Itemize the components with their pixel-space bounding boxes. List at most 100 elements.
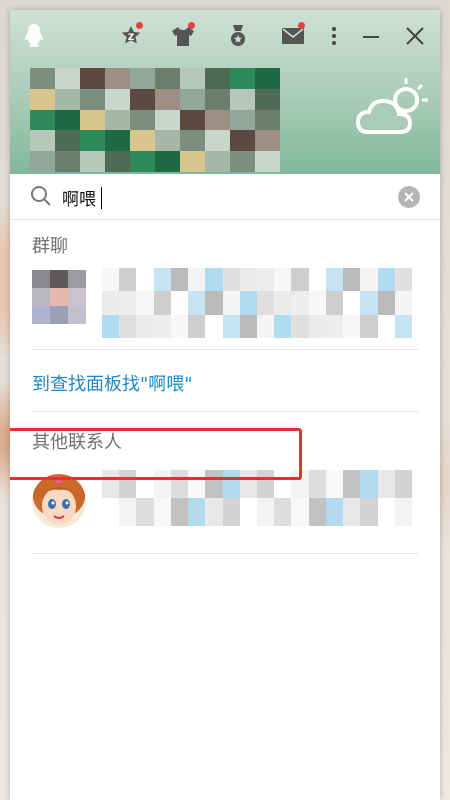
mosaic-block xyxy=(188,314,206,338)
group-chat-result[interactable] xyxy=(32,258,418,350)
mosaic-block xyxy=(153,268,171,292)
mail-icon[interactable] xyxy=(280,22,306,48)
mosaic-block xyxy=(105,68,130,89)
mosaic-block xyxy=(274,291,292,315)
mosaic-block xyxy=(274,268,292,292)
notification-dot xyxy=(188,22,195,29)
mosaic-block xyxy=(55,68,80,89)
mosaic-block xyxy=(343,498,361,526)
mosaic-block xyxy=(377,470,395,498)
mosaic-block xyxy=(102,268,120,292)
mosaic-block xyxy=(30,151,55,172)
mosaic-block xyxy=(308,470,326,498)
mosaic-block xyxy=(155,88,180,110)
medal-icon[interactable] xyxy=(225,24,251,48)
mosaic-block xyxy=(394,268,412,292)
contact-result[interactable] xyxy=(32,468,418,554)
mosaic-block xyxy=(188,268,206,292)
mosaic-block xyxy=(170,268,189,292)
qzone-icon[interactable]: Z xyxy=(118,22,144,48)
mosaic-block xyxy=(105,130,130,152)
mosaic-block xyxy=(170,498,189,526)
qq-main-window: Z 啊喂 群聊 到查找面板找"啊喂" 其他联系人 xyxy=(10,10,440,800)
group-name-mosaic xyxy=(102,268,412,338)
search-input[interactable] xyxy=(62,182,362,212)
mosaic-block xyxy=(80,68,105,89)
mosaic-block xyxy=(222,291,240,315)
mosaic-block xyxy=(325,314,344,338)
mosaic-block xyxy=(222,268,240,292)
mosaic-block xyxy=(155,68,180,89)
svg-text:Z: Z xyxy=(128,33,135,43)
notification-dot xyxy=(136,22,143,29)
mosaic-block xyxy=(291,268,309,292)
mosaic-block xyxy=(188,291,206,315)
mosaic-block xyxy=(256,498,275,526)
mosaic-block xyxy=(230,130,255,152)
mosaic-block xyxy=(30,109,55,131)
profile-banner-mosaic xyxy=(30,68,280,172)
mosaic-block xyxy=(230,109,255,131)
mosaic-block xyxy=(256,314,275,338)
mosaic-block xyxy=(153,291,171,315)
more-icon[interactable] xyxy=(321,24,347,48)
find-panel-row: 到查找面板找"啊喂" xyxy=(32,350,418,412)
mosaic-block xyxy=(230,151,255,172)
mosaic-block xyxy=(230,88,255,110)
mosaic-block xyxy=(136,291,154,315)
mosaic-block xyxy=(155,130,180,152)
mosaic-block xyxy=(325,470,344,498)
mosaic-block xyxy=(360,291,378,315)
mosaic-block xyxy=(130,151,155,172)
minimize-icon[interactable] xyxy=(358,24,384,48)
mosaic-block xyxy=(130,88,155,110)
mosaic-block xyxy=(55,130,80,152)
mosaic-block xyxy=(205,151,230,172)
mosaic-block xyxy=(136,268,154,292)
mosaic-block xyxy=(102,498,120,526)
mosaic-block xyxy=(136,314,154,338)
find-panel-link[interactable]: 到查找面板找"啊喂" xyxy=(32,370,418,396)
mosaic-block xyxy=(180,151,205,172)
mosaic-block xyxy=(55,109,80,131)
mosaic-block xyxy=(377,268,395,292)
text-caret xyxy=(101,187,102,209)
mosaic-block xyxy=(105,109,130,131)
mosaic-block xyxy=(291,314,309,338)
search-results: 群聊 到查找面板找"啊喂" 其他联系人 xyxy=(10,220,440,554)
mosaic-block xyxy=(30,130,55,152)
mosaic-block xyxy=(222,498,240,526)
mosaic-block xyxy=(394,498,412,526)
close-icon[interactable] xyxy=(402,24,428,48)
mosaic-block xyxy=(130,68,155,89)
mosaic-block xyxy=(80,109,105,131)
mosaic-block xyxy=(343,470,361,498)
mosaic-block xyxy=(325,498,344,526)
mosaic-block xyxy=(239,498,257,526)
dress-up-icon[interactable] xyxy=(170,22,196,48)
mosaic-block xyxy=(255,88,280,110)
mosaic-block xyxy=(153,314,171,338)
mosaic-block xyxy=(30,68,55,89)
mosaic-block xyxy=(188,498,206,526)
mosaic-block xyxy=(360,268,378,292)
partly-cloudy-icon[interactable] xyxy=(354,74,432,144)
mosaic-block xyxy=(377,314,395,338)
mosaic-block xyxy=(274,498,292,526)
search-bar xyxy=(10,174,440,220)
mosaic-block xyxy=(308,268,326,292)
mosaic-block xyxy=(80,130,105,152)
mosaic-block xyxy=(205,88,230,110)
mosaic-block xyxy=(153,498,171,526)
group-chat-heading: 群聊 xyxy=(32,236,68,257)
mosaic-block xyxy=(394,470,412,498)
qq-penguin-icon[interactable] xyxy=(22,22,46,50)
clear-icon[interactable] xyxy=(398,186,420,208)
mosaic-block xyxy=(255,130,280,152)
mosaic-block xyxy=(325,291,344,315)
mosaic-block xyxy=(170,291,189,315)
mosaic-block xyxy=(119,291,137,315)
mosaic-block xyxy=(205,109,230,131)
mosaic-block xyxy=(205,314,223,338)
mosaic-block xyxy=(256,268,275,292)
